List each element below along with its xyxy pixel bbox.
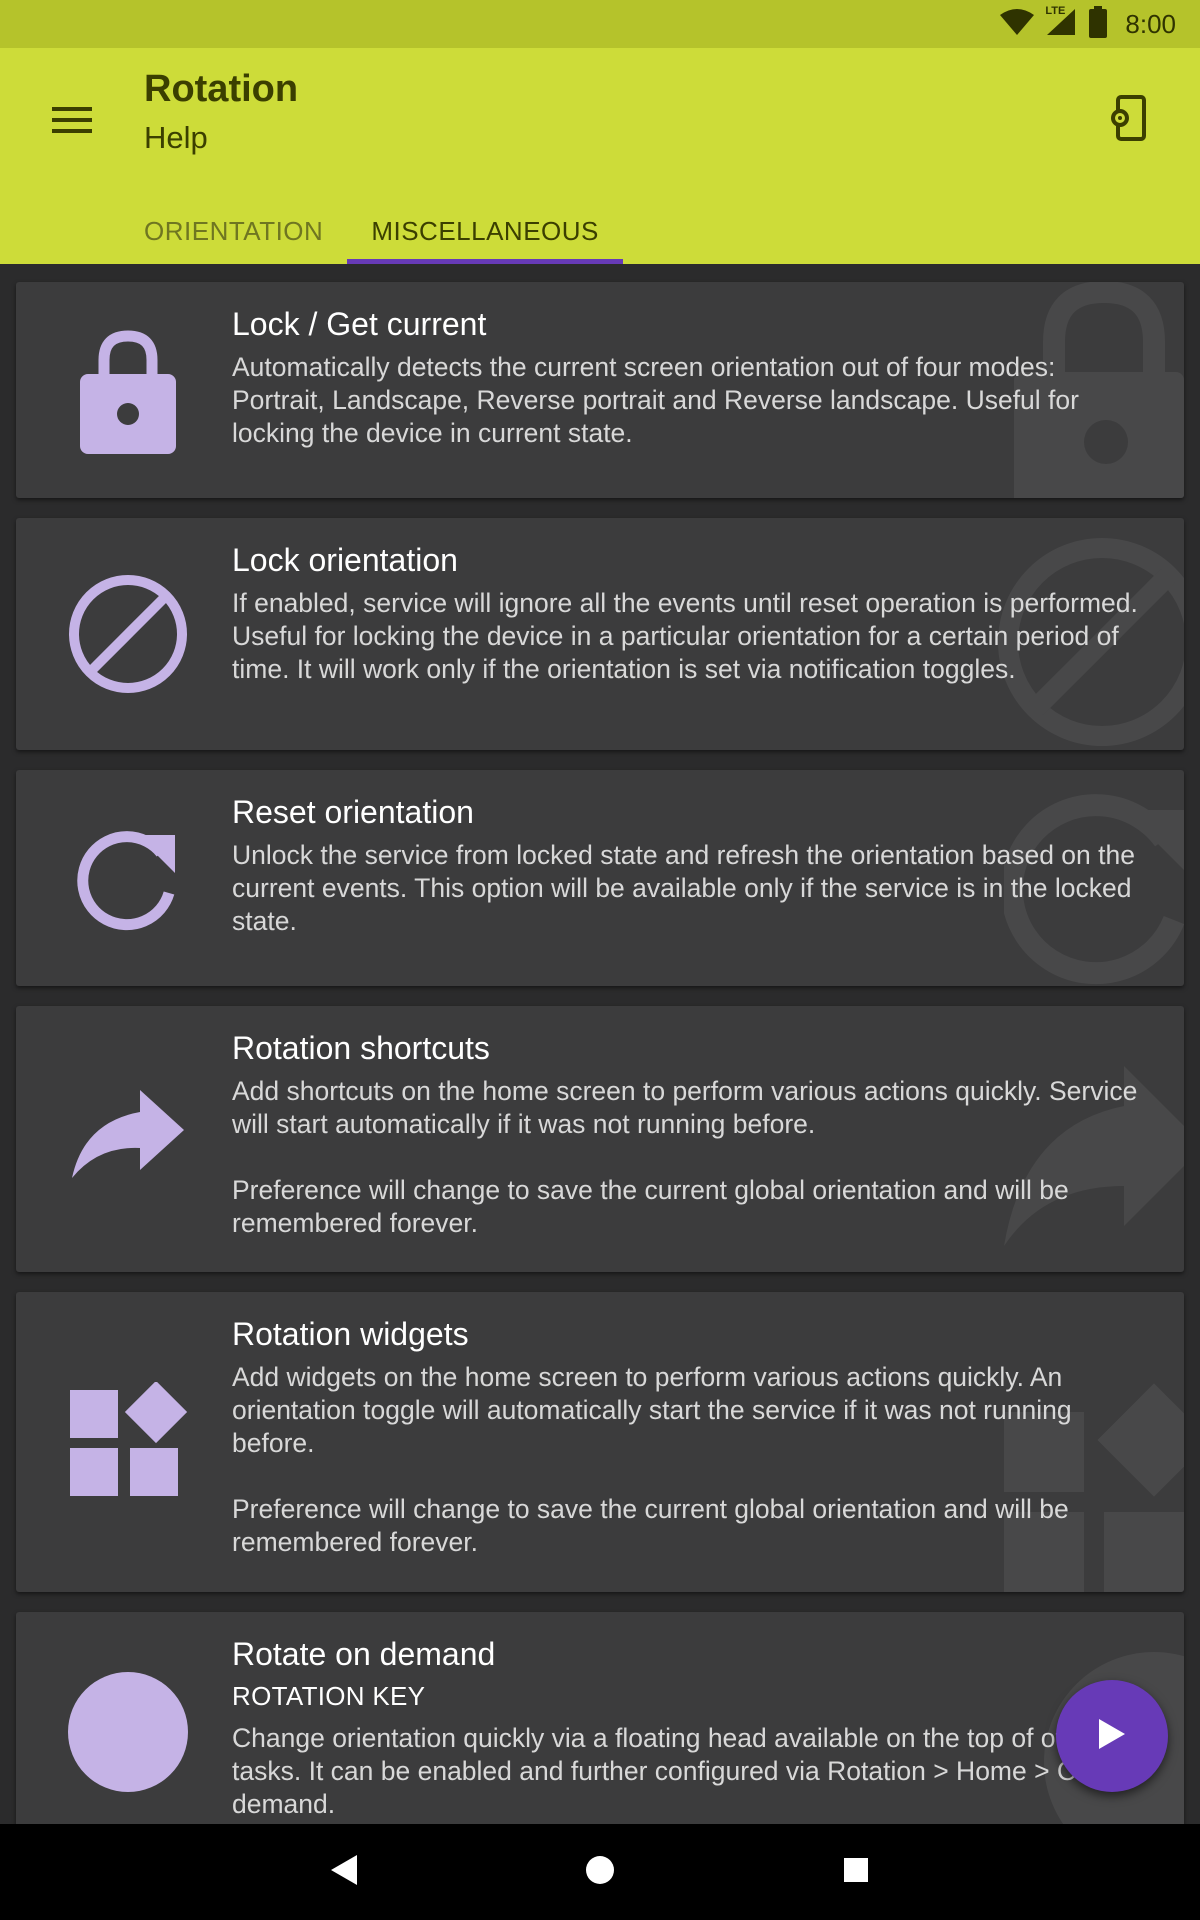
recents-square-icon — [842, 1856, 870, 1888]
card-lock-orientation[interactable]: Lock orientation If enabled, service wil… — [16, 518, 1184, 750]
card-title: Rotation widgets — [232, 1316, 469, 1352]
refresh-icon — [56, 806, 200, 950]
card-description: Add widgets on the home screen to perfor… — [232, 1362, 1072, 1557]
page-subtitle: Help — [144, 120, 208, 155]
card-description: Automatically detects the current screen… — [232, 352, 1079, 448]
lock-icon — [56, 318, 200, 462]
widgets-icon — [56, 1370, 200, 1514]
recents-button[interactable] — [828, 1844, 884, 1900]
card-rotate-on-demand[interactable]: Rotate on demand ROTATION KEY Change ori… — [16, 1612, 1184, 1824]
back-triangle-icon — [329, 1853, 359, 1891]
card-title: Lock / Get current — [232, 306, 487, 342]
card-title: Reset orientation — [232, 794, 474, 830]
card-text: Reset orientation Unlock the service fro… — [232, 794, 1148, 938]
card-title: Lock orientation — [232, 542, 458, 578]
card-reset-orientation[interactable]: Reset orientation Unlock the service fro… — [16, 770, 1184, 986]
hamburger-menu-icon — [52, 105, 92, 139]
help-card-list[interactable]: Lock / Get current Automatically detects… — [0, 264, 1200, 1824]
home-button[interactable] — [572, 1844, 628, 1900]
wifi-icon — [999, 7, 1035, 41]
tab-miscellaneous[interactable]: MISCELLANEOUS — [347, 198, 623, 264]
home-circle-icon — [584, 1854, 616, 1890]
card-lock-get-current[interactable]: Lock / Get current Automatically detects… — [16, 282, 1184, 498]
card-text: Lock orientation If enabled, service wil… — [232, 542, 1148, 686]
network-type-label: LTE — [1045, 5, 1066, 17]
page-title: Rotation — [144, 68, 299, 110]
app-bar: Rotation Help ORIENTATION MISCELLANEOUS — [0, 48, 1200, 264]
cell-signal-icon: LTE — [1045, 5, 1079, 41]
system-nav-bar — [0, 1824, 1200, 1920]
card-title: Rotate on demand — [232, 1636, 496, 1672]
card-text: Rotate on demand ROTATION KEY Change ori… — [232, 1636, 1148, 1821]
device-settings-button[interactable] — [1096, 88, 1160, 152]
card-text: Rotation widgets Add widgets on the home… — [232, 1316, 1148, 1559]
card-description: If enabled, service will ignore all the … — [232, 588, 1138, 684]
card-text: Lock / Get current Automatically detects… — [232, 306, 1148, 450]
tab-orientation[interactable]: ORIENTATION — [120, 198, 347, 264]
block-icon — [56, 562, 200, 706]
share-arrow-icon — [56, 1066, 200, 1210]
status-icons: LTE 8:00 — [999, 0, 1176, 48]
circle-icon — [56, 1660, 200, 1804]
play-fab-button[interactable] — [1056, 1680, 1168, 1792]
card-text: Rotation shortcuts Add shortcuts on the … — [232, 1030, 1148, 1240]
card-description: Add shortcuts on the home screen to perf… — [232, 1076, 1138, 1238]
play-icon — [1097, 1717, 1127, 1755]
card-description: Change orientation quickly via a floatin… — [232, 1723, 1102, 1819]
status-time: 8:00 — [1125, 8, 1176, 39]
card-description: Unlock the service from locked state and… — [232, 840, 1135, 936]
tab-bar: ORIENTATION MISCELLANEOUS — [120, 198, 623, 264]
card-rotation-shortcuts[interactable]: Rotation shortcuts Add shortcuts on the … — [16, 1006, 1184, 1272]
card-subtitle: ROTATION KEY — [232, 1681, 426, 1711]
phone-settings-icon — [1108, 95, 1148, 145]
card-rotation-widgets[interactable]: Rotation widgets Add widgets on the home… — [16, 1292, 1184, 1592]
menu-button[interactable] — [40, 90, 104, 154]
status-bar: LTE 8:00 — [0, 0, 1200, 48]
card-title: Rotation shortcuts — [232, 1030, 490, 1066]
battery-icon — [1089, 6, 1108, 42]
back-button[interactable] — [316, 1844, 372, 1900]
